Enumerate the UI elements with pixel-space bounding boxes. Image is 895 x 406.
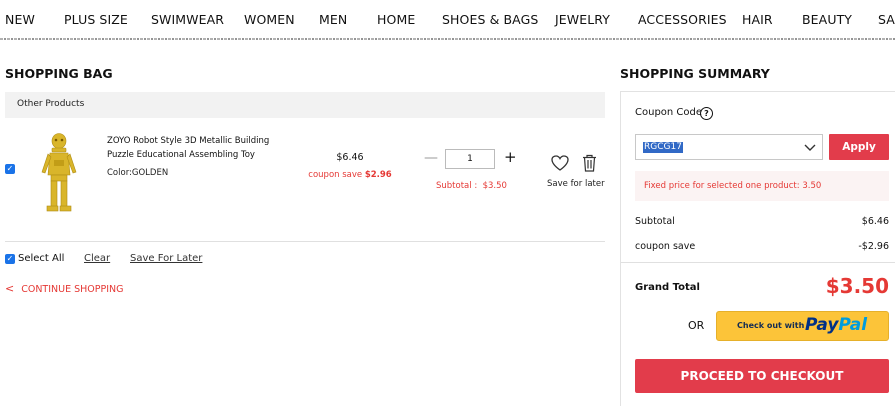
nav-item-plus-size[interactable]: PLUS SIZE — [64, 12, 128, 27]
nav-item-jewelry[interactable]: JEWELRY — [555, 12, 610, 27]
product-color: Color:GOLDEN — [107, 168, 169, 178]
coupon-note-text: Fixed price for selected one product: 3.… — [644, 181, 822, 191]
nav-item-home[interactable]: HOME — [377, 12, 415, 27]
nav-item-new[interactable]: NEW — [5, 12, 35, 27]
continue-shopping-link[interactable]: < CONTINUE SHOPPING — [5, 282, 124, 295]
product-name[interactable]: ZOYO Robot Style 3D Metallic Building Pu… — [107, 134, 282, 162]
clear-link[interactable]: Clear — [84, 253, 110, 264]
summary-divider — [621, 262, 895, 263]
quantity-increase-button[interactable]: + — [504, 148, 517, 166]
paypal-checkout-button[interactable]: Check out with PayPal — [716, 311, 889, 341]
bag-divider — [5, 241, 605, 242]
coupon-save-amount: $2.96 — [364, 170, 392, 180]
nav-item-shoes-bags[interactable]: SHOES & BAGS — [442, 12, 538, 27]
coupon-save-label: coupon save — [308, 170, 363, 180]
paypal-button-caption: Check out with — [737, 321, 805, 330]
item-checkbox[interactable]: ✓ — [5, 164, 15, 174]
continue-shopping-label: CONTINUE SHOPPING — [21, 284, 124, 295]
coupon-select-value: RGCG17 — [643, 142, 683, 153]
nav-divider — [0, 38, 895, 40]
trash-icon[interactable] — [582, 154, 597, 172]
nav-item-swimwear[interactable]: SWIMWEAR — [151, 12, 224, 27]
paypal-logo: PayPal — [805, 315, 868, 335]
product-price: $6.46 — [336, 152, 364, 163]
grand-total-value: $3.50 — [825, 274, 889, 298]
help-icon[interactable]: ? — [700, 107, 713, 120]
quantity-input[interactable]: 1 — [445, 149, 495, 169]
nav-item-women[interactable]: WOMEN — [244, 12, 295, 27]
heart-icon[interactable] — [551, 155, 569, 171]
coupon-select[interactable]: RGCG17 — [635, 134, 823, 160]
save-for-later-link[interactable]: Save For Later — [130, 253, 202, 264]
summary-coupon-save-label: coupon save — [635, 241, 696, 252]
quantity-decrease-button[interactable]: — — [424, 150, 438, 166]
product-group-label: Other Products — [17, 99, 85, 109]
proceed-to-checkout-button[interactable]: PROCEED TO CHECKOUT — [635, 359, 889, 393]
summary-subtotal-label: Subtotal — [635, 216, 675, 227]
grand-total-label: Grand Total — [635, 282, 700, 293]
item-subtotal: Subtotal : $3.50 — [436, 181, 507, 191]
summary-coupon-save-value: -$2.96 — [858, 241, 889, 252]
coupon-code-label: Coupon Code — [635, 107, 703, 118]
nav-item-hair[interactable]: HAIR — [742, 12, 773, 27]
nav-item-men[interactable]: MEN — [319, 12, 347, 27]
apply-coupon-button[interactable]: Apply — [829, 134, 889, 160]
coupon-note-box: Fixed price for selected one product: 3.… — [635, 171, 889, 201]
nav-item-beauty[interactable]: BEAUTY — [802, 12, 852, 27]
chevron-down-icon — [804, 144, 816, 151]
nav-item-accessories[interactable]: ACCESSORIES — [638, 12, 727, 27]
product-image[interactable] — [34, 132, 84, 218]
product-coupon-save: coupon save $2.96 — [300, 170, 400, 180]
shopping-bag-title: SHOPPING BAG — [5, 66, 113, 81]
top-navigation: NEW PLUS SIZE SWIMWEAR WOMEN MEN HOME SH… — [0, 0, 895, 40]
summary-subtotal-value: $6.46 — [861, 216, 889, 227]
chevron-left-icon: < — [5, 282, 15, 295]
select-all-checkbox[interactable]: ✓ — [5, 254, 15, 264]
product-group-header: Other Products — [5, 92, 605, 118]
shopping-summary-title: SHOPPING SUMMARY — [620, 66, 770, 81]
select-all-label[interactable]: Select All — [18, 253, 64, 264]
nav-item-sale[interactable]: SAL — [878, 12, 895, 27]
save-for-later-action[interactable]: Save for later — [547, 179, 605, 189]
or-separator: OR — [688, 319, 705, 332]
